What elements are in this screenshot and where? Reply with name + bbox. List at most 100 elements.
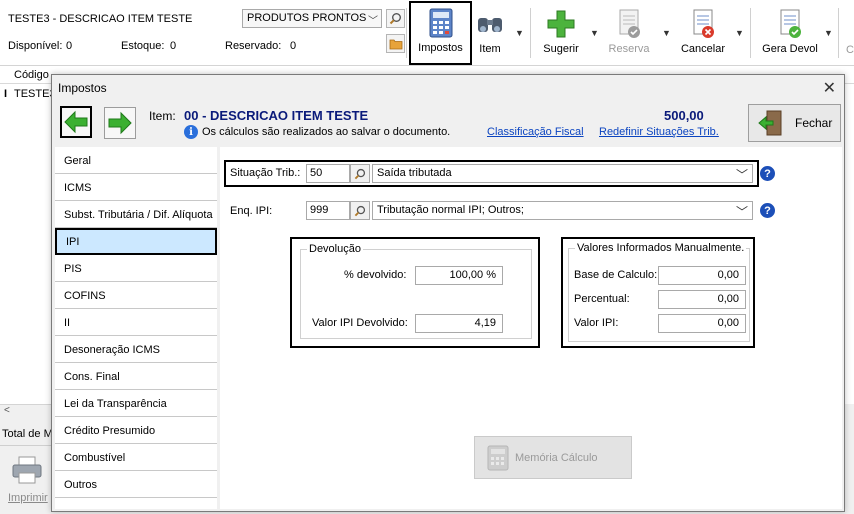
search-button[interactable]: [386, 9, 405, 28]
sidebar-item-label: PIS: [64, 263, 82, 275]
product-group-value: PRODUTOS PRONTOS: [247, 12, 367, 24]
cancelar-button[interactable]: Cancelar: [679, 4, 727, 62]
classificacao-fiscal-link[interactable]: Classificação Fiscal: [487, 126, 584, 138]
document-cancel-icon: [687, 8, 719, 40]
help-icon[interactable]: ?: [760, 203, 775, 218]
info-text: Os cálculos são realizados ao salvar o d…: [202, 126, 451, 138]
sidebar-item-label: Outros: [64, 479, 98, 491]
grid-cell-code[interactable]: TESTE3: [14, 88, 56, 100]
next-item-button[interactable]: [104, 107, 136, 139]
sidebar-item-desoneracao-icms[interactable]: Desoneração ICMS: [55, 336, 217, 363]
item-value: 00 - DESCRICAO ITEM TESTE: [184, 108, 369, 123]
sidebar-item-label: Lei da Transparência: [64, 398, 167, 410]
item-dropdown-arrow[interactable]: ▼: [515, 28, 524, 38]
enq-ipi-lookup-button[interactable]: [350, 201, 370, 220]
help-icon[interactable]: ?: [760, 166, 775, 181]
fechar-button[interactable]: Fechar: [748, 104, 841, 142]
more-toolbar-label[interactable]: C: [846, 44, 854, 56]
printer-icon: [12, 456, 42, 484]
cancelar-dropdown-arrow[interactable]: ▼: [735, 28, 744, 38]
valor-ipi-devolvido-label: Valor IPI Devolvido:: [312, 317, 408, 329]
impostos-dialog: Impostos ✕ Item: 00 - DESCRICAO ITEM TES…: [51, 74, 845, 512]
sidebar-item-credito-presumido[interactable]: Crédito Presumido: [55, 417, 217, 444]
estoque-label: Estoque:: [121, 40, 165, 52]
gera-devol-dropdown-arrow[interactable]: ▼: [824, 28, 833, 38]
situacao-trib-desc: Saída tributada: [377, 167, 452, 179]
sidebar-item-subst-tributaria[interactable]: Subst. Tributária / Dif. Alíquota: [55, 201, 217, 228]
cancelar-label: Cancelar: [680, 43, 726, 55]
valor-ipi-label: Valor IPI:: [574, 317, 619, 329]
calculator-icon: [487, 445, 509, 470]
sugerir-dropdown-arrow[interactable]: ▼: [590, 28, 599, 38]
chevron-down-icon: ﹀: [368, 16, 378, 27]
imprimir-button[interactable]: [10, 455, 46, 491]
tax-sidebar: Geral ICMS Subst. Tributária / Dif. Alíq…: [55, 147, 217, 509]
item-title: TESTE3 - DESCRICAO ITEM TESTE: [8, 13, 193, 25]
search-icon: [389, 13, 401, 25]
percentual-label: Percentual:: [574, 293, 630, 305]
item-label: Item:: [149, 109, 176, 123]
sidebar-item-ipi[interactable]: IPI: [55, 228, 217, 255]
product-group-select[interactable]: PRODUTOS PRONTOS ﹀: [242, 9, 382, 28]
info-icon: i: [184, 125, 198, 139]
situacao-trib-select[interactable]: Saída tributada ﹀: [372, 164, 753, 183]
gera-devol-label: Gera Devol: [762, 43, 818, 55]
previous-item-button[interactable]: [60, 106, 92, 138]
sidebar-item-geral[interactable]: Geral: [55, 147, 217, 174]
chevron-down-icon: ﹀: [735, 168, 748, 182]
base-calculo-label: Base de Calculo:: [574, 269, 658, 281]
document-return-icon: [774, 8, 806, 40]
sidebar-item-combustivel[interactable]: Combustível: [55, 444, 217, 471]
divider: [0, 445, 52, 446]
close-icon[interactable]: ✕: [823, 78, 836, 98]
sidebar-item-lei-transparencia[interactable]: Lei da Transparência: [55, 390, 217, 417]
sidebar-item-pis[interactable]: PIS: [55, 255, 217, 282]
devolucao-title: Devolução: [307, 243, 363, 255]
exit-door-icon: [758, 110, 782, 136]
situacao-trib-code-input[interactable]: 50: [306, 164, 350, 183]
arrow-right-icon: [108, 111, 132, 135]
manual-values-title: Valores Informados Manualmente.: [575, 242, 747, 254]
plus-icon: [545, 8, 577, 40]
memoria-calculo-label: Memória Cálculo: [515, 451, 598, 464]
chevron-down-icon: ﹀: [735, 205, 748, 219]
enq-ipi-code-input[interactable]: 999: [306, 201, 350, 220]
memoria-calculo-button[interactable]: Memória Cálculo: [474, 436, 632, 479]
toolbar-separator: [530, 8, 531, 58]
enq-ipi-select[interactable]: Tributação normal IPI; Outros; ﹀: [372, 201, 753, 220]
reserva-dropdown-arrow[interactable]: ▼: [662, 28, 671, 38]
ipi-panel: Situação Trib.: 50 Saída tributada ﹀ ? E…: [220, 147, 842, 509]
imprimir-label: Imprimir: [8, 492, 48, 504]
situacao-trib-lookup-button[interactable]: [350, 164, 370, 183]
valor-ipi-devolvido-input[interactable]: 4,19: [415, 314, 503, 333]
column-header-codigo[interactable]: Código: [14, 69, 49, 81]
situacao-trib-label: Situação Trib.:: [230, 167, 301, 179]
base-calculo-input[interactable]: 0,00: [658, 266, 746, 285]
document-check-icon: [613, 8, 645, 40]
item-button[interactable]: Item: [474, 4, 506, 62]
sidebar-item-label: II: [64, 317, 71, 329]
redefinir-situacoes-link[interactable]: Redefinir Situações Trib.: [599, 126, 719, 138]
scroll-left-icon[interactable]: <: [4, 405, 10, 416]
impostos-button[interactable]: Impostos: [409, 1, 472, 65]
reserva-button[interactable]: Reserva: [605, 4, 653, 62]
toolbar-separator: [750, 8, 751, 58]
sidebar-item-icms[interactable]: ICMS: [55, 174, 217, 201]
enq-ipi-label: Enq. IPI:: [230, 205, 273, 217]
pct-devolvido-input[interactable]: 100,00 %: [415, 266, 503, 285]
sidebar-item-label: Desoneração ICMS: [64, 344, 160, 356]
horizontal-scrollbar[interactable]: <: [0, 404, 52, 418]
sidebar-item-ii[interactable]: II: [55, 309, 217, 336]
sugerir-button[interactable]: Sugerir: [539, 4, 583, 62]
sidebar-item-outros[interactable]: Outros: [55, 471, 217, 498]
valor-ipi-input[interactable]: 0,00: [658, 314, 746, 333]
sidebar-item-cofins[interactable]: COFINS: [55, 282, 217, 309]
sidebar-item-cons-final[interactable]: Cons. Final: [55, 363, 217, 390]
gera-devol-button[interactable]: Gera Devol: [760, 4, 820, 62]
percentual-input[interactable]: 0,00: [658, 290, 746, 309]
attach-button[interactable]: [386, 34, 405, 53]
reserva-label: Reserva: [608, 43, 650, 55]
sidebar-item-label: Cons. Final: [64, 371, 120, 383]
sugerir-label: Sugerir: [543, 43, 579, 55]
toolbar-separator: [406, 8, 407, 58]
